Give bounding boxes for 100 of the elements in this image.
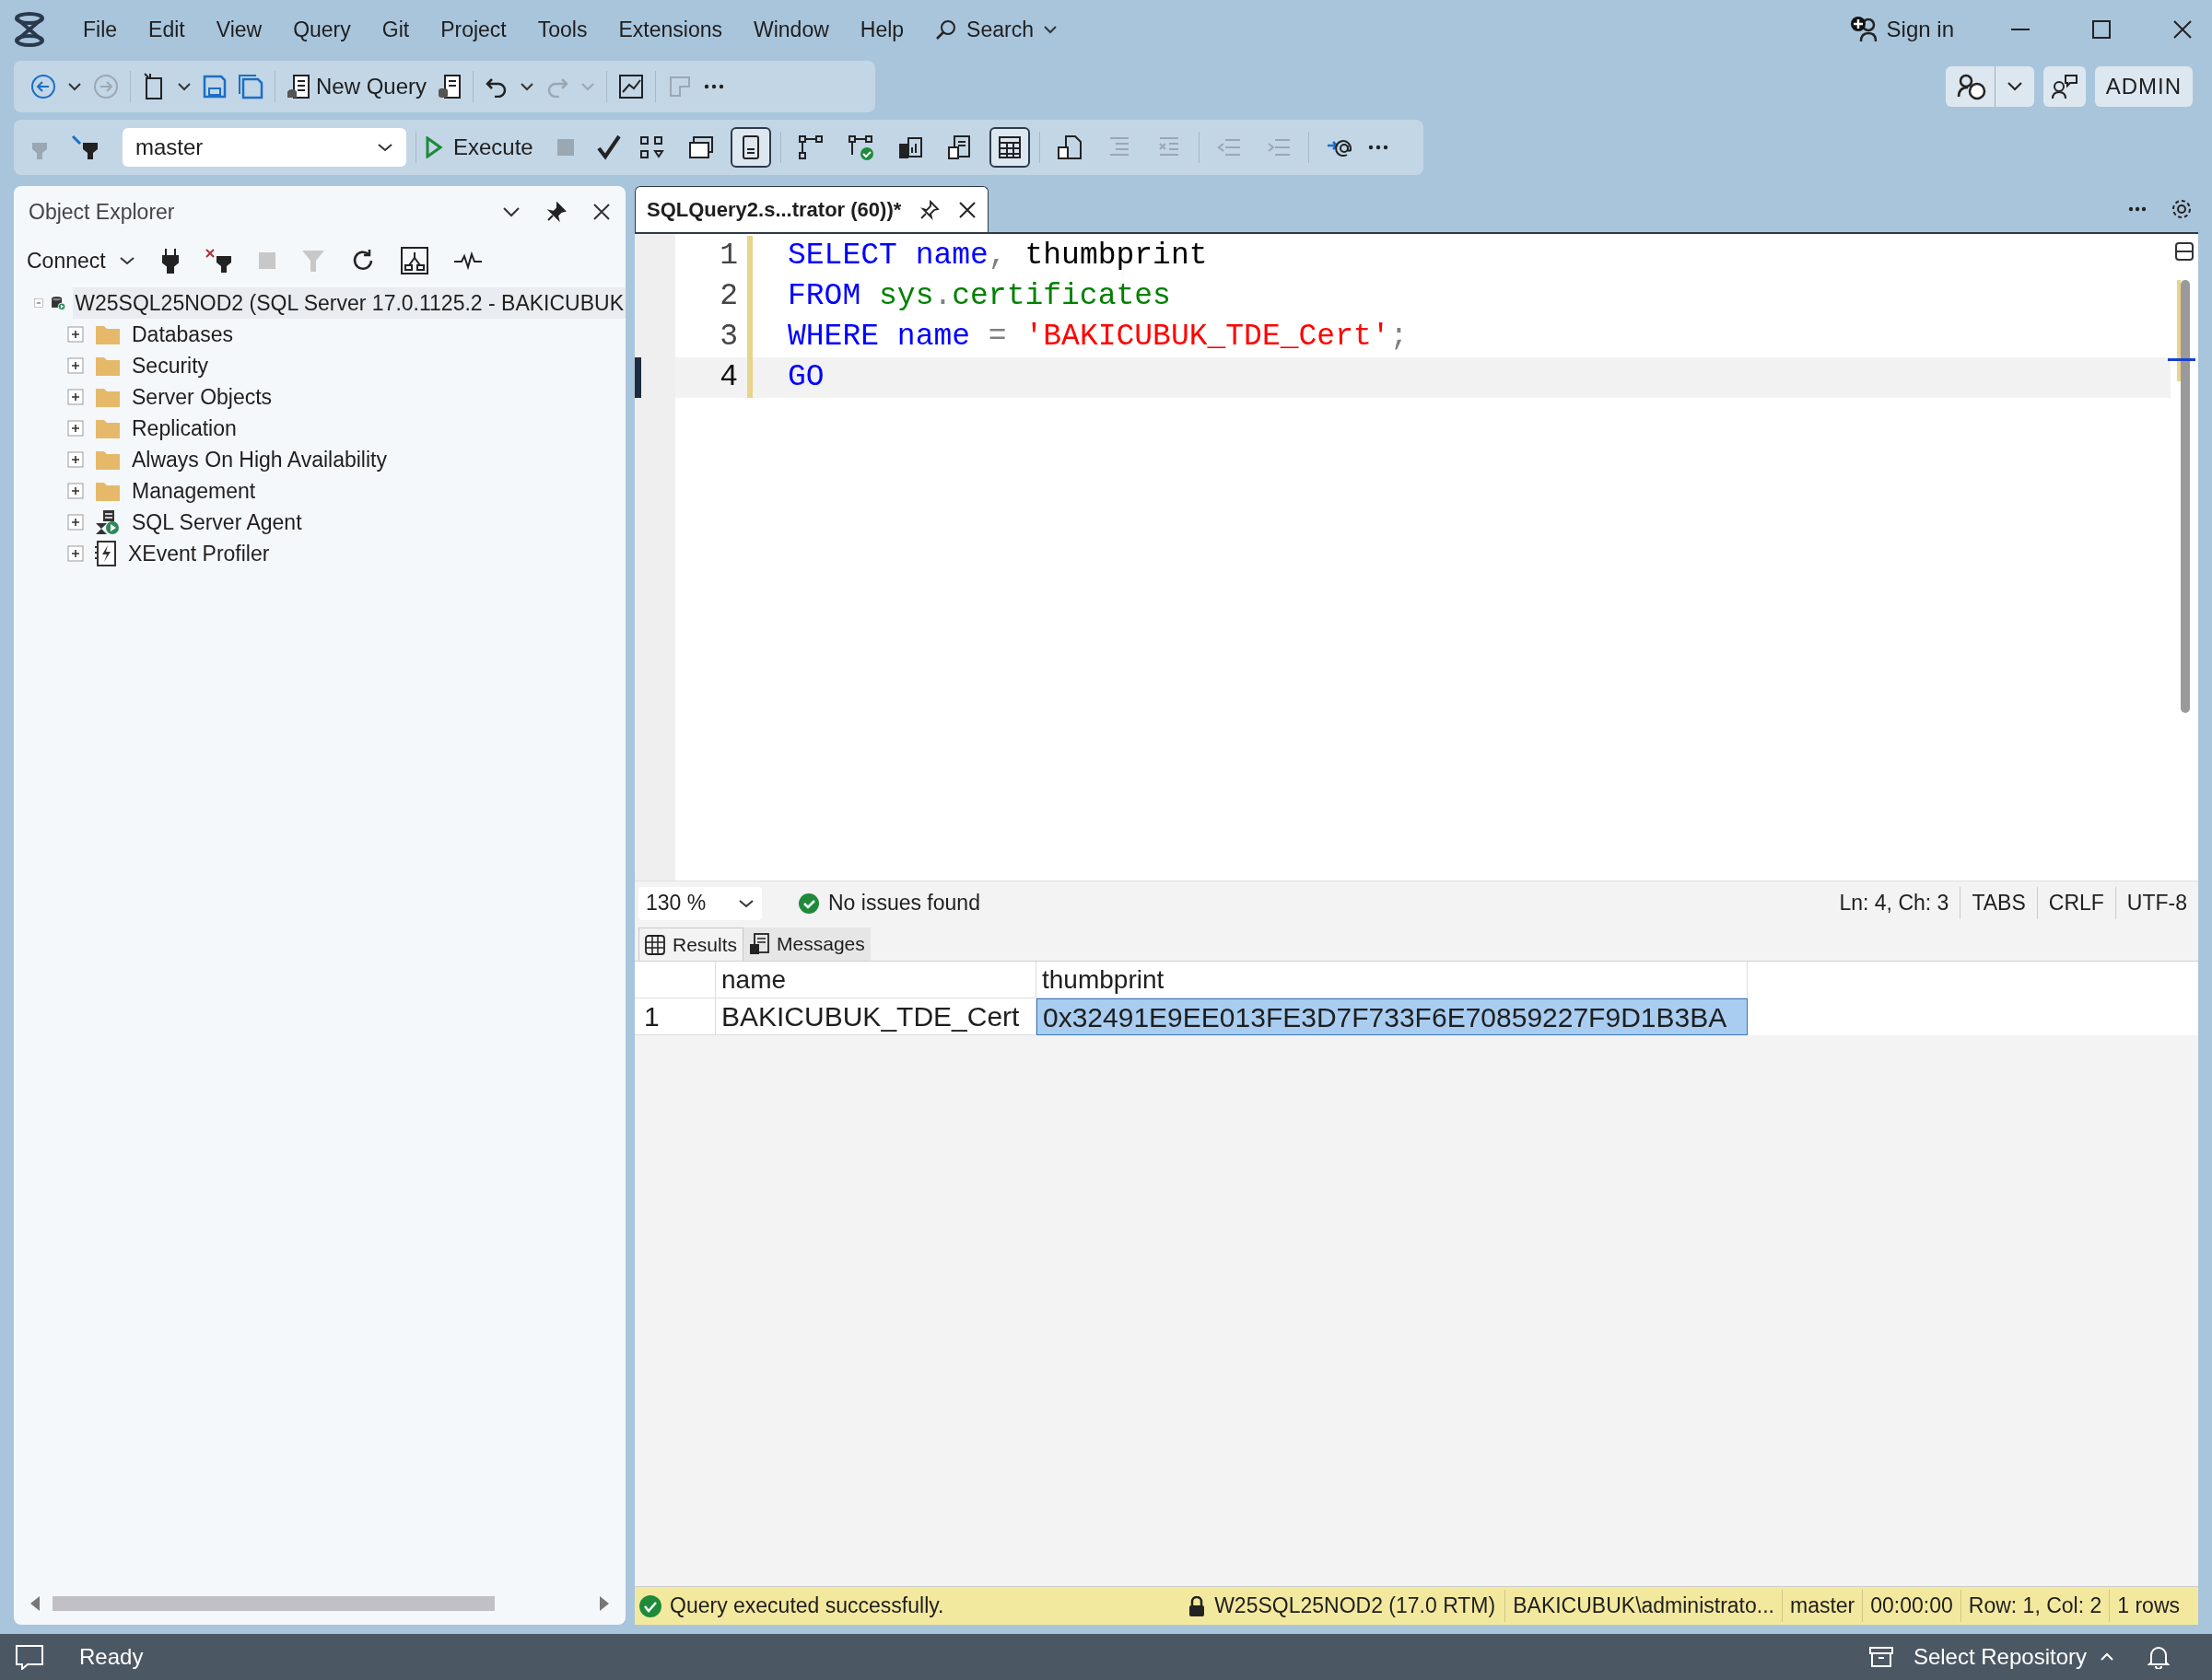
chevron-down-icon[interactable] — [177, 82, 192, 91]
chevron-down-icon[interactable] — [520, 82, 535, 91]
line-number: 2 — [719, 278, 738, 316]
expand-icon[interactable] — [67, 483, 84, 499]
results-tab[interactable]: Results — [638, 928, 744, 961]
sign-in-button[interactable]: Sign in — [1849, 13, 1954, 46]
menu-item[interactable]: Help — [860, 13, 905, 46]
tree-item[interactable]: SQL Server Agent — [132, 506, 302, 539]
new-query-button[interactable]: New Query — [287, 70, 427, 103]
table-cell[interactable]: BAKICUBUK_TDE_Cert — [716, 998, 1036, 1035]
activity-icon[interactable] — [453, 251, 482, 270]
more-icon[interactable] — [1367, 145, 1388, 150]
zoom-dropdown[interactable]: 130 % — [638, 886, 762, 920]
menu-item[interactable]: Query — [293, 13, 351, 46]
tree-item[interactable]: Security — [132, 349, 209, 382]
tree-item[interactable]: Server Objects — [132, 380, 273, 414]
scroll-right-icon[interactable] — [600, 1596, 609, 1611]
lightning-file-icon — [95, 541, 117, 566]
row-number[interactable]: 1 — [635, 998, 716, 1035]
tree-item[interactable]: W25SQL25NOD2 (SQL Server 17.0.1125.2 - BAKICUBUK — [73, 287, 626, 319]
status-field[interactable]: CRLF — [2037, 887, 2116, 919]
save-icon[interactable] — [203, 75, 227, 99]
more-icon[interactable] — [704, 84, 725, 89]
tree-item[interactable]: Always On High Availability — [132, 443, 387, 476]
hierarchy-icon[interactable] — [400, 247, 428, 274]
menu-item[interactable]: Window — [754, 13, 829, 46]
expand-icon[interactable] — [67, 389, 84, 405]
feedback-button[interactable] — [2042, 66, 2086, 107]
tree-item[interactable]: Management — [132, 474, 256, 508]
menu-item[interactable]: View — [216, 13, 263, 46]
menu-item[interactable]: File — [83, 13, 118, 46]
more-icon[interactable] — [2128, 206, 2147, 212]
grid-icon — [645, 934, 665, 955]
server-status: W25SQL25NOD2 (17.0 RTM) — [1179, 1590, 1506, 1622]
horizontal-scrollbar-thumb[interactable] — [53, 1596, 495, 1611]
chevron-down-icon[interactable] — [67, 82, 82, 91]
back-icon[interactable] — [30, 74, 56, 99]
expand-icon[interactable] — [67, 357, 84, 374]
expand-icon[interactable] — [67, 326, 84, 343]
expand-icon[interactable] — [67, 451, 84, 468]
status-field[interactable]: UTF-8 — [2115, 887, 2198, 919]
tree-item[interactable]: XEvent Profiler — [128, 537, 270, 570]
database-query-icon[interactable] — [438, 74, 462, 99]
profile-button[interactable]: ADMIN — [2094, 66, 2193, 107]
grid-icon — [996, 134, 1023, 160]
play-icon — [426, 136, 442, 158]
menu-item[interactable]: Tools — [537, 13, 588, 46]
folder-icon — [95, 355, 121, 377]
expand-icon[interactable] — [67, 545, 84, 562]
notification-bell-icon[interactable] — [2148, 1645, 2170, 1669]
connector-check-icon — [847, 134, 873, 160]
chevron-down-icon[interactable] — [2006, 81, 2023, 92]
pin-icon[interactable] — [919, 199, 941, 220]
close-icon[interactable] — [592, 203, 611, 221]
editor-tab[interactable]: SQLQuery2.s...trator (60))* — [635, 186, 989, 232]
menu-item[interactable]: Edit — [148, 13, 185, 46]
checkmark-icon[interactable] — [595, 134, 622, 160]
split-icon[interactable] — [2174, 241, 2194, 262]
agent-icon — [95, 509, 121, 535]
expand-icon[interactable] — [67, 420, 84, 437]
search-button[interactable]: Search — [935, 13, 1058, 46]
connect-button[interactable]: Connect — [27, 244, 135, 277]
results-tab[interactable]: Messages — [743, 928, 871, 961]
status-field: master — [1782, 1590, 1864, 1622]
change-connection-icon[interactable] — [71, 134, 100, 160]
scroll-left-icon[interactable] — [30, 1596, 40, 1611]
live-share-button[interactable] — [1945, 66, 2034, 107]
person-chat-icon — [2050, 74, 2078, 99]
check-circle-icon — [638, 1593, 662, 1618]
save-all-icon[interactable] — [238, 74, 263, 99]
toolbar-button[interactable] — [989, 127, 1030, 168]
plug-icon[interactable] — [160, 248, 180, 274]
select-repository-button[interactable]: Select Repository — [1913, 1640, 2114, 1674]
disconnect-icon[interactable] — [205, 248, 233, 274]
chevron-down-icon[interactable] — [502, 206, 521, 217]
database-dropdown[interactable]: master — [123, 128, 406, 167]
chevron-down-icon — [1043, 25, 1058, 34]
table-cell[interactable]: 0x32491E9EE013FE3D7F733F6E70859227F9D1B3BA — [1036, 998, 1748, 1035]
settings-icon[interactable] — [2171, 198, 2193, 220]
menu-item[interactable]: Extensions — [618, 13, 722, 46]
chevron-up-icon[interactable] — [2100, 1652, 2114, 1662]
connector-icon — [797, 134, 824, 160]
status-field[interactable]: TABS — [1960, 887, 2038, 919]
maximize-icon[interactable] — [2090, 18, 2113, 41]
status-field: Ln: 4, Ch: 3 — [1828, 887, 1961, 919]
chart-window-icon[interactable] — [618, 74, 645, 99]
close-icon[interactable] — [958, 200, 977, 219]
expand-icon[interactable] — [67, 514, 84, 531]
vertical-scrollbar-thumb[interactable] — [2181, 280, 2190, 713]
message-document-icon — [749, 933, 770, 955]
toolbar-button[interactable] — [730, 127, 771, 168]
tree-item[interactable]: Replication — [132, 412, 237, 445]
pin-icon[interactable] — [546, 202, 567, 222]
panel-title: Object Explorer — [29, 198, 175, 226]
tree-item[interactable]: Databases — [132, 318, 233, 351]
menu-item[interactable]: Project — [440, 13, 507, 46]
file-export-icon — [1056, 134, 1083, 160]
execute-button[interactable]: Execute — [426, 131, 533, 164]
menu-item[interactable]: Git — [381, 13, 410, 46]
close-icon[interactable] — [2171, 18, 2194, 41]
